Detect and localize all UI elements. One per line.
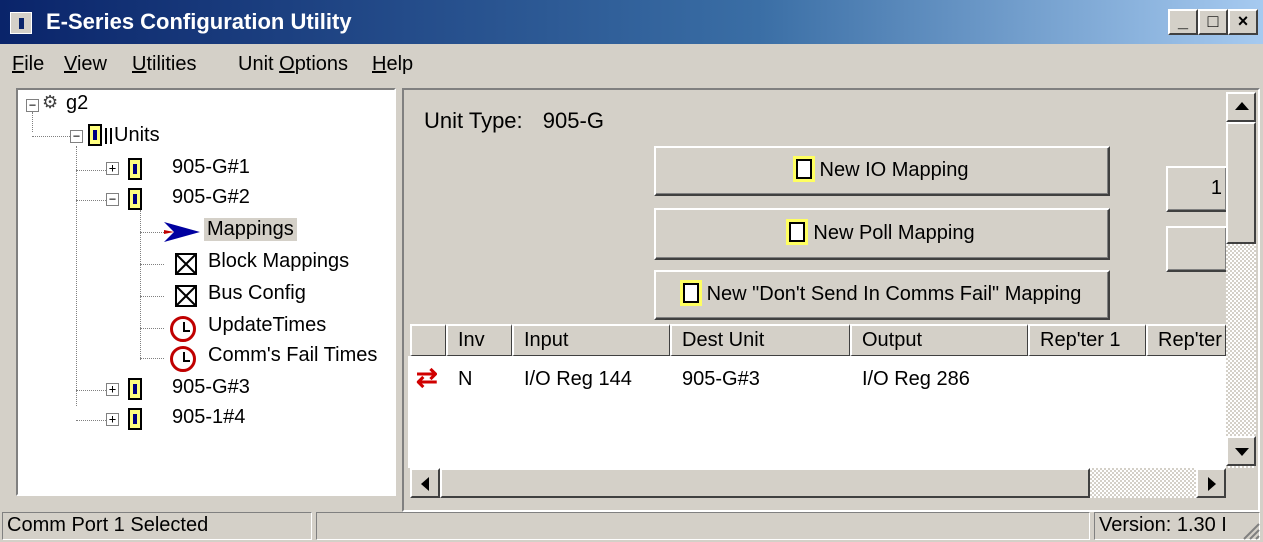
menu-unit-options[interactable]: Unit Options xyxy=(238,53,348,76)
scroll-down-button[interactable] xyxy=(1226,436,1256,466)
new-document-icon xyxy=(789,222,806,242)
minimize-icon: _ xyxy=(1177,11,1188,31)
network-icon: ⚙ xyxy=(42,92,59,112)
minimize-button[interactable]: _ xyxy=(1168,9,1198,35)
arrow-up-icon xyxy=(1235,102,1249,110)
units-folder-icon xyxy=(88,124,102,146)
col-header-dest-unit[interactable]: Dest Unit xyxy=(670,324,850,356)
units-stack-icon xyxy=(105,128,112,144)
swap-arrows-icon: ⇄ xyxy=(416,362,438,392)
tree-unit-905-g3[interactable]: 905-G#3 xyxy=(172,376,250,399)
cell-dest-unit: 905-G#3 xyxy=(682,368,760,390)
new-io-mapping-button[interactable]: New IO Mapping xyxy=(654,146,1110,196)
arrow-left-icon xyxy=(421,477,429,491)
maximize-icon: □ xyxy=(1207,11,1219,31)
close-button[interactable]: × xyxy=(1228,9,1258,35)
unit-tree[interactable]: − ⚙ g2 − Units + 905-G#1 − 905-G#2 Mappi… xyxy=(16,88,396,496)
close-icon: × xyxy=(1237,11,1249,31)
cell-input: I/O Reg 144 xyxy=(524,368,632,390)
tree-update-times[interactable]: UpdateTimes xyxy=(208,314,326,337)
window-title: E-Series Configuration Utility xyxy=(46,9,352,34)
menu-help[interactable]: Help xyxy=(372,53,413,76)
expander-unit-1[interactable]: + xyxy=(106,162,119,175)
new-document-icon xyxy=(795,159,812,179)
new-poll-mapping-button[interactable]: New Poll Mapping xyxy=(654,208,1110,260)
tree-block-mappings[interactable]: Block Mappings xyxy=(208,250,349,273)
col-header-repeater-1[interactable]: Rep'ter 1 xyxy=(1028,324,1146,356)
tree-bus-config[interactable]: Bus Config xyxy=(208,282,306,305)
scroll-corner xyxy=(1226,468,1256,498)
clock-icon xyxy=(170,346,196,372)
status-version: Version: 1.30 I xyxy=(1094,512,1260,540)
tree-unit-905-14[interactable]: 905-1#4 xyxy=(172,406,245,429)
horizontal-scroll-thumb[interactable] xyxy=(440,468,1090,498)
bus-config-icon xyxy=(175,285,197,307)
status-message xyxy=(316,512,1090,540)
cell-output: I/O Reg 286 xyxy=(862,368,970,390)
col-header-icon[interactable] xyxy=(410,324,446,356)
unit-icon xyxy=(128,188,142,210)
menu-bar: File View Utilities Unit Options Help xyxy=(0,45,1263,81)
side-action-button-1[interactable]: 1 xyxy=(1166,166,1228,212)
unit-type-label: Unit Type: 905-G xyxy=(424,108,604,133)
tree-unit-905-g2[interactable]: 905-G#2 xyxy=(172,186,250,209)
col-header-output[interactable]: Output xyxy=(850,324,1028,356)
tree-comms-fail-times[interactable]: Comm's Fail Times xyxy=(208,344,377,367)
tree-root-g2[interactable]: g2 xyxy=(66,92,88,115)
tree-units[interactable]: Units xyxy=(114,124,160,147)
scroll-up-button[interactable] xyxy=(1226,92,1256,122)
arrow-right-icon xyxy=(1208,477,1216,491)
expander-unit-3[interactable]: + xyxy=(106,383,119,396)
expander-g2[interactable]: − xyxy=(26,99,39,112)
block-mappings-icon xyxy=(175,253,197,275)
menu-utilities[interactable]: Utilities xyxy=(132,53,196,76)
new-document-icon xyxy=(682,283,699,303)
cell-inv: N xyxy=(458,368,473,390)
arrow-down-icon xyxy=(1235,448,1249,456)
title-bar[interactable]: E-Series Configuration Utility _ □ × xyxy=(0,0,1263,44)
side-action-button-2[interactable] xyxy=(1166,226,1228,272)
unit-icon xyxy=(128,408,142,430)
new-dont-send-mapping-button[interactable]: New "Don't Send In Comms Fail" Mapping xyxy=(654,270,1110,320)
mappings-arrow-icon xyxy=(164,222,200,242)
unit-type-value: 905-G xyxy=(542,108,604,133)
maximize-button[interactable]: □ xyxy=(1198,9,1228,35)
tree-mappings[interactable]: Mappings xyxy=(204,218,297,241)
scroll-left-button[interactable] xyxy=(410,468,440,498)
resize-grip-icon[interactable] xyxy=(1240,520,1260,540)
clock-icon xyxy=(170,316,196,342)
col-header-input[interactable]: Input xyxy=(512,324,670,356)
status-comm-port: Comm Port 1 Selected xyxy=(2,512,312,540)
tree-unit-905-g1[interactable]: 905-G#1 xyxy=(172,156,250,179)
vertical-scroll-thumb[interactable] xyxy=(1226,122,1256,244)
app-icon[interactable] xyxy=(10,12,32,34)
unit-icon xyxy=(128,378,142,400)
menu-file[interactable]: File xyxy=(12,53,44,76)
unit-icon xyxy=(128,158,142,180)
menu-view[interactable]: View xyxy=(64,53,107,76)
expander-unit-4[interactable]: + xyxy=(106,413,119,426)
scroll-right-button[interactable] xyxy=(1196,468,1226,498)
expander-units[interactable]: − xyxy=(70,130,83,143)
expander-unit-2[interactable]: − xyxy=(106,193,119,206)
col-header-inv[interactable]: Inv xyxy=(446,324,512,356)
col-header-repeater-2[interactable]: Rep'ter xyxy=(1146,324,1226,356)
table-row[interactable]: ⇄ N I/O Reg 144 905-G#3 I/O Reg 286 xyxy=(408,362,1226,394)
